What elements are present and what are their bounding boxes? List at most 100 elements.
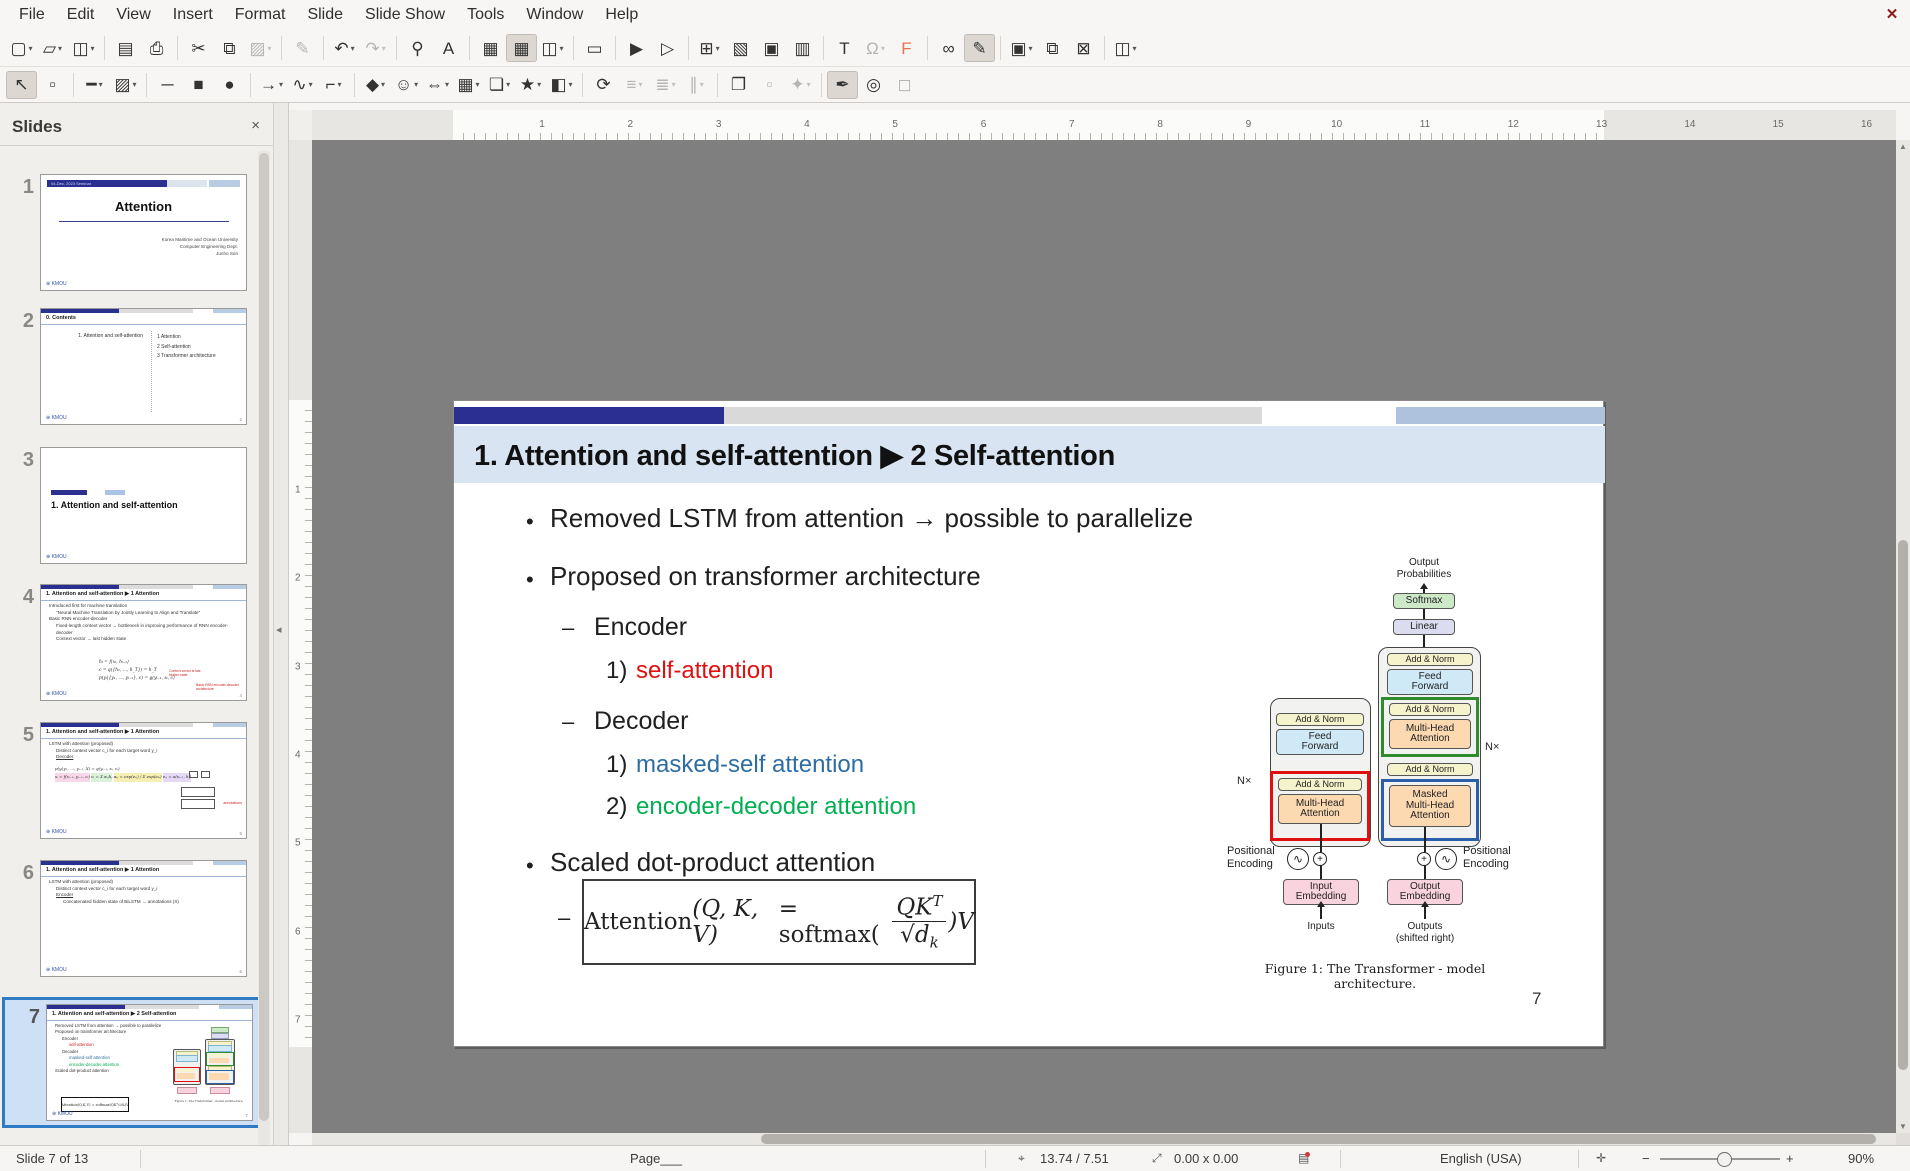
snap-to-grid-icon[interactable]: ▦ — [506, 34, 537, 62]
cut-icon[interactable]: ✂ — [183, 34, 214, 62]
horizontal-scrollbar-thumb[interactable] — [761, 1134, 1876, 1144]
symbol-shapes-icon[interactable]: ☺▾ — [391, 71, 422, 99]
language-status[interactable]: English (USA) — [1440, 1151, 1522, 1166]
connectors-icon[interactable]: ⌐▾ — [318, 71, 349, 99]
insert-line-icon[interactable]: ─ — [152, 71, 183, 99]
vertical-ruler[interactable]: 1234567 — [289, 140, 313, 1133]
zoom-level-value[interactable]: 90% — [1848, 1151, 1874, 1166]
item-encoder-decoder-attention: encoder-decoder attention — [636, 793, 916, 821]
basic-shapes-icon[interactable]: ◆▾ — [360, 71, 391, 99]
export-pdf-icon[interactable]: ▤ — [110, 34, 141, 62]
hyperlink-icon[interactable]: ∞ — [933, 34, 964, 62]
slide-thumbnail-3[interactable]: 3 1. Attention and self-attention ⊕ KMOU — [4, 447, 247, 564]
callout-shapes-icon[interactable]: ❏▾ — [484, 71, 515, 99]
slide-thumbnail-4[interactable]: 4 1. Attention and self-attention ▶ 1 At… — [4, 584, 247, 701]
find-replace-icon[interactable]: ⚲ — [402, 34, 433, 62]
slide-thumbnail-7-selected[interactable]: 7 1. Attention and self-attention ▶ 2 Se… — [2, 997, 261, 1128]
fill-color-icon[interactable]: ▨▾ — [110, 71, 141, 99]
toolbar-separator — [146, 73, 147, 97]
rotate-icon[interactable]: ⟳ — [588, 71, 619, 99]
insert-comment-icon[interactable]: ▭ — [579, 34, 610, 62]
display-grid-icon[interactable]: ▦ — [475, 34, 506, 62]
insert-table-icon[interactable]: ⊞▾ — [694, 34, 725, 62]
menubar: File Edit View Insert Format Slide Slide… — [0, 0, 1910, 30]
insert-image-icon[interactable]: ▧ — [725, 34, 756, 62]
zoom-slider-knob[interactable] — [1717, 1152, 1732, 1167]
menu-edit[interactable]: Edit — [56, 0, 106, 30]
transformer-figure[interactable]: Output Probabilities Softmax Linear Add … — [1229, 557, 1521, 1015]
curves-polygons-icon[interactable]: ∿▾ — [287, 71, 318, 99]
editing-canvas[interactable]: 1. Attention and self-attention ▶ 2 Self… — [312, 140, 1896, 1133]
new-icon[interactable]: ▢▾ — [6, 34, 37, 62]
transformations-icon[interactable]: ▫ — [37, 71, 68, 99]
vertical-scrollbar[interactable]: ▲ ▼ — [1896, 140, 1910, 1133]
new-slide-icon[interactable]: ▣▾ — [1006, 34, 1037, 62]
start-from-current-slide-icon[interactable]: ▷ — [652, 34, 683, 62]
menu-help[interactable]: Help — [594, 0, 649, 30]
align-objects-icon: ≡▾ — [619, 71, 650, 99]
layout-name-status[interactable]: Page___ — [630, 1151, 682, 1166]
sidebar-splitter[interactable]: ◂ — [274, 103, 289, 1145]
copy-icon[interactable]: ⧉ — [214, 34, 245, 62]
menu-tools[interactable]: Tools — [456, 0, 515, 30]
slide-count-status[interactable]: Slide 7 of 13 — [16, 1151, 88, 1166]
horizontal-ruler[interactable]: 12345678910111213141516 — [312, 110, 1896, 141]
fit-slide-icon[interactable]: ✛ — [1596, 1151, 1606, 1165]
show-draw-functions-icon[interactable]: ✎ — [964, 34, 995, 62]
slide-layout-icon[interactable]: ◫▾ — [1110, 34, 1141, 62]
start-from-first-slide-icon[interactable]: ▶ — [621, 34, 652, 62]
display-views-icon[interactable]: ◫▾ — [537, 34, 568, 62]
undo-icon[interactable]: ↶▾ — [329, 34, 360, 62]
fontwork-icon[interactable]: F — [891, 34, 922, 62]
zoom-in-button[interactable]: + — [1786, 1151, 1794, 1166]
scroll-down-icon[interactable]: ▼ — [1896, 1122, 1910, 1131]
lines-and-arrows-icon[interactable]: →▾ — [256, 71, 287, 99]
attention-formula-box[interactable]: Attention(Q, K, V) = softmax(QKT√dk)V — [582, 879, 976, 965]
flowchart-icon[interactable]: ▦▾ — [453, 71, 484, 99]
slide-strip-navy — [454, 407, 724, 424]
insert-chart-icon[interactable]: ▥ — [787, 34, 818, 62]
block-arrows-icon[interactable]: ⇔▾ — [422, 71, 453, 99]
menu-slide[interactable]: Slide — [296, 0, 354, 30]
spelling-icon[interactable]: A — [433, 34, 464, 62]
zoom-out-button[interactable]: − — [1642, 1151, 1650, 1166]
menu-format[interactable]: Format — [224, 0, 297, 30]
line-color-icon[interactable]: ━▾ — [79, 71, 110, 99]
menu-file[interactable]: File — [8, 0, 56, 30]
select-icon[interactable]: ↖ — [6, 71, 37, 99]
panel-collapse-icon[interactable]: ◂ — [276, 623, 282, 636]
stars-banners-icon[interactable]: ★▾ — [515, 71, 546, 99]
glue-points-icon[interactable]: ◎ — [858, 71, 889, 99]
shadow-icon[interactable]: ❐ — [723, 71, 754, 99]
ellipse-icon[interactable]: ● — [214, 71, 245, 99]
insert-media-icon[interactable]: ▣ — [756, 34, 787, 62]
slide-title-band[interactable]: 1. Attention and self-attention ▶ 2 Self… — [454, 426, 1605, 483]
scroll-up-icon[interactable]: ▲ — [1896, 142, 1910, 151]
menu-view[interactable]: View — [105, 0, 161, 30]
panel-close-icon[interactable]: × — [251, 117, 260, 134]
delete-slide-icon[interactable]: ⊠ — [1068, 34, 1099, 62]
horizontal-scrollbar[interactable] — [312, 1133, 1896, 1145]
menu-slide-show[interactable]: Slide Show — [354, 0, 456, 30]
panel-scrollbar-thumb[interactable] — [259, 153, 269, 1121]
slide-canvas[interactable]: 1. Attention and self-attention ▶ 2 Self… — [453, 400, 1604, 1047]
slide-title: 1. Attention and self-attention ▶ 2 Self… — [474, 438, 1115, 473]
window-close-icon[interactable]: ✕ — [1880, 2, 1904, 26]
insert-text-box-icon[interactable]: T — [829, 34, 860, 62]
statusbar: Slide 7 of 13 Page___ ⌖ 13.74 / 7.51 ⤢ 0… — [0, 1145, 1910, 1171]
open-icon[interactable]: ▱▾ — [37, 34, 68, 62]
panel-scrollbar[interactable] — [258, 151, 270, 1171]
print-icon[interactable]: ⎙ — [141, 34, 172, 62]
slide-thumbnail-6[interactable]: 6 1. Attention and self-attention ▶ 1 At… — [4, 860, 247, 977]
menu-window[interactable]: Window — [515, 0, 594, 30]
3d-objects-icon[interactable]: ◧▾ — [546, 71, 577, 99]
menu-insert[interactable]: Insert — [162, 0, 224, 30]
slide-thumbnail-2[interactable]: 2 0. Contents 1. Attention and self-atte… — [4, 308, 247, 425]
vertical-scrollbar-thumb[interactable] — [1898, 540, 1908, 1070]
save-icon[interactable]: ◫▾ — [68, 34, 99, 62]
slide-thumbnail-5[interactable]: 5 1. Attention and self-attention ▶ 1 At… — [4, 722, 247, 839]
edit-points-icon[interactable]: ✒ — [827, 71, 858, 99]
duplicate-slide-icon[interactable]: ⧉ — [1037, 34, 1068, 62]
rectangle-icon[interactable]: ■ — [183, 71, 214, 99]
slide-thumbnail-1[interactable]: 1 04-Dec, 2023 Seminar Attention Korea M… — [4, 174, 247, 291]
